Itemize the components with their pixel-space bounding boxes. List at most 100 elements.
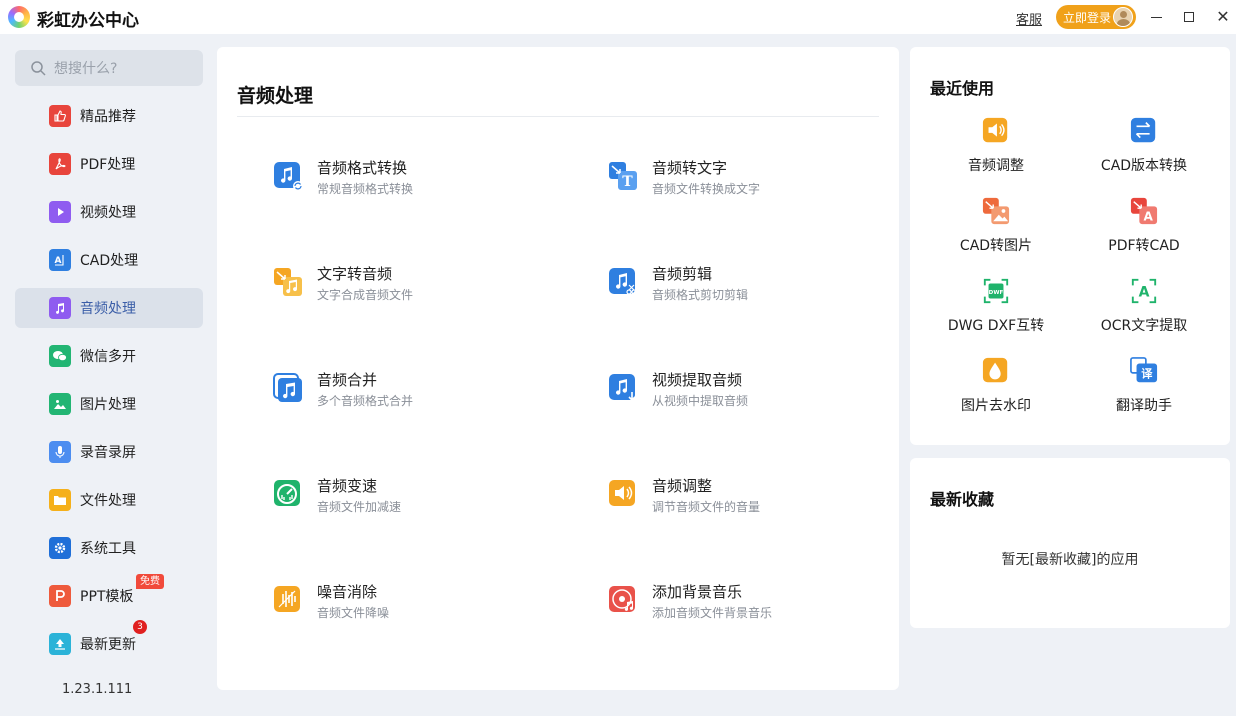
customer-service-link[interactable]: 客服	[1016, 9, 1042, 28]
cad-icon: A	[49, 249, 71, 271]
tool-name: 音频剪辑	[652, 265, 713, 283]
tool-card[interactable]: 视频提取音频 从视频中提取音频	[608, 369, 868, 413]
tool-card[interactable]: 音频变速音频文件加减速	[273, 475, 533, 519]
search-placeholder: 想搜什么?	[54, 61, 118, 77]
tool-card[interactable]: 文字转音频 文字合成音频文件	[273, 263, 533, 307]
tool-description: 调节音频文件的音量	[652, 500, 761, 514]
sidebar-item[interactable]: 文件处理	[15, 480, 203, 520]
login-label: 立即登录	[1063, 10, 1112, 25]
audio-merge-icon	[273, 373, 303, 403]
audio-speed-icon	[273, 479, 303, 509]
recent-panel: 最近使用 音频调整 CAD版本转换 CAD转图片 A PDF转CAD DWF DWG DXF…	[910, 47, 1230, 445]
tool-card[interactable]: 噪音消除 音频文件降噪	[273, 581, 533, 625]
cad-version-icon	[1130, 117, 1158, 145]
audio-cut-icon	[608, 267, 638, 297]
sidebar-item-label: 精品推荐	[80, 109, 136, 125]
tool-card[interactable]: 音频调整调节音频文件的音量	[608, 475, 868, 519]
thumbs-up-icon	[49, 105, 71, 127]
recent-item-label: CAD转图片	[959, 238, 1033, 254]
close-button[interactable]: ✕	[1210, 4, 1236, 30]
recent-item-label: 音频调整	[968, 158, 1024, 174]
title-divider	[237, 116, 879, 117]
tool-card[interactable]: T 音频转文字 音频文件转换成文字	[608, 157, 868, 201]
pdf-to-cad-icon: A	[1130, 197, 1158, 225]
recent-item[interactable]: A OCR文字提取	[1069, 277, 1219, 337]
watermark-icon	[982, 357, 1010, 385]
sidebar-item[interactable]: 图片处理	[15, 384, 203, 424]
main-panel: 音频处理 音频格式转换 常规音频格式转换 T 音频转文字 音频文件转换成文字 文字转音频文…	[217, 47, 899, 690]
folder-icon	[49, 489, 71, 511]
dwg-dxf-icon: DWF	[982, 277, 1010, 305]
maximize-button[interactable]	[1176, 4, 1202, 30]
ocr-icon: A	[1130, 277, 1158, 305]
sidebar-item[interactable]: 系统工具	[15, 528, 203, 568]
recent-item[interactable]: 音频调整	[921, 117, 1071, 177]
sidebar-item-label: PPT模板	[80, 589, 134, 605]
pdf-icon	[49, 153, 71, 175]
sidebar-item[interactable]: PDF处理	[15, 144, 203, 184]
tool-card[interactable]: 音频合并 多个音频格式合并	[273, 369, 533, 413]
recent-item[interactable]: 译翻译助手	[1069, 357, 1219, 417]
tool-card[interactable]: 音频剪辑 音频格式剪切剪辑	[608, 263, 868, 307]
microphone-icon	[49, 441, 71, 463]
gear-icon	[49, 537, 71, 559]
tool-description: 音频文件加减速	[317, 500, 402, 514]
favorites-empty-message: 暂无[最新收藏]的应用	[1001, 552, 1139, 568]
recent-item[interactable]: 图片去水印	[921, 357, 1071, 417]
ppt-icon	[49, 585, 71, 607]
svg-text:DWF: DWF	[989, 290, 1004, 296]
tool-card[interactable]: 音频格式转换 常规音频格式转换	[273, 157, 533, 201]
sidebar-item[interactable]: 视频处理	[15, 192, 203, 232]
sidebar-item[interactable]: A CAD处理	[15, 240, 203, 280]
tool-name: 音频调整	[652, 477, 713, 495]
svg-text:译: 译	[1141, 368, 1153, 381]
sidebar-item[interactable]: PPT模板 免费	[15, 574, 203, 616]
sidebar-item-label: 最新更新	[80, 637, 136, 653]
recent-item-label: 翻译助手	[1116, 398, 1172, 414]
tool-name: 音频格式转换	[317, 159, 408, 177]
sidebar-item[interactable]: 音频处理	[15, 288, 203, 328]
tool-card[interactable]: 添加背景音乐 添加音频文件背景音乐	[608, 581, 868, 625]
favorites-title: 最新收藏	[930, 490, 995, 509]
video-icon	[49, 201, 71, 223]
text-to-audio-icon	[273, 267, 303, 297]
favorites-panel: 最新收藏 暂无[最新收藏]的应用	[910, 458, 1230, 628]
upload-icon	[49, 633, 71, 655]
maximize-icon	[1184, 12, 1194, 22]
sidebar-item[interactable]: 录音录屏	[15, 432, 203, 472]
search-input[interactable]: 想搜什么?	[15, 50, 203, 86]
tool-name: 音频变速	[317, 477, 378, 495]
sidebar-item-label: 音频处理	[80, 301, 136, 317]
svg-text:A: A	[1139, 285, 1150, 301]
sidebar-item[interactable]: 微信多开	[15, 336, 203, 376]
tool-description: 音频文件降噪	[317, 606, 390, 620]
update-count-badge: 3	[133, 620, 147, 634]
tool-name: 音频合并	[317, 371, 378, 389]
recent-item[interactable]: DWF DWG DXF互转	[921, 277, 1071, 337]
avatar-icon	[1113, 7, 1133, 27]
minimize-icon	[1150, 16, 1162, 18]
sidebar-item-label: 微信多开	[80, 349, 136, 365]
recent-item[interactable]: CAD版本转换	[1069, 117, 1219, 177]
translate-icon: 译	[1130, 357, 1158, 385]
tool-name: 视频提取音频	[652, 371, 743, 389]
tool-description: 音频文件转换成文字	[652, 182, 761, 196]
sidebar-item-label: CAD处理	[80, 253, 139, 269]
app-title: 彩虹办公中心	[37, 11, 139, 31]
volume-icon	[982, 117, 1010, 145]
recent-item[interactable]: CAD转图片	[921, 197, 1071, 257]
login-button[interactable]: 立即登录	[1056, 5, 1136, 29]
sidebar-item-label: 视频处理	[80, 205, 136, 221]
recent-item-label: CAD版本转换	[1100, 158, 1188, 174]
sidebar-item[interactable]: 精品推荐	[15, 96, 203, 136]
volume-icon	[608, 479, 638, 509]
sidebar-item[interactable]: 最新更新 3	[15, 620, 203, 664]
image-icon	[49, 393, 71, 415]
tool-name: 添加背景音乐	[652, 583, 743, 601]
recent-item-label: OCR文字提取	[1100, 318, 1188, 334]
minimize-button[interactable]	[1143, 4, 1169, 30]
recent-item[interactable]: A PDF转CAD	[1069, 197, 1219, 257]
close-icon: ✕	[1216, 7, 1230, 26]
recent-item-label: 图片去水印	[961, 398, 1031, 414]
tool-description: 文字合成音频文件	[317, 288, 414, 302]
